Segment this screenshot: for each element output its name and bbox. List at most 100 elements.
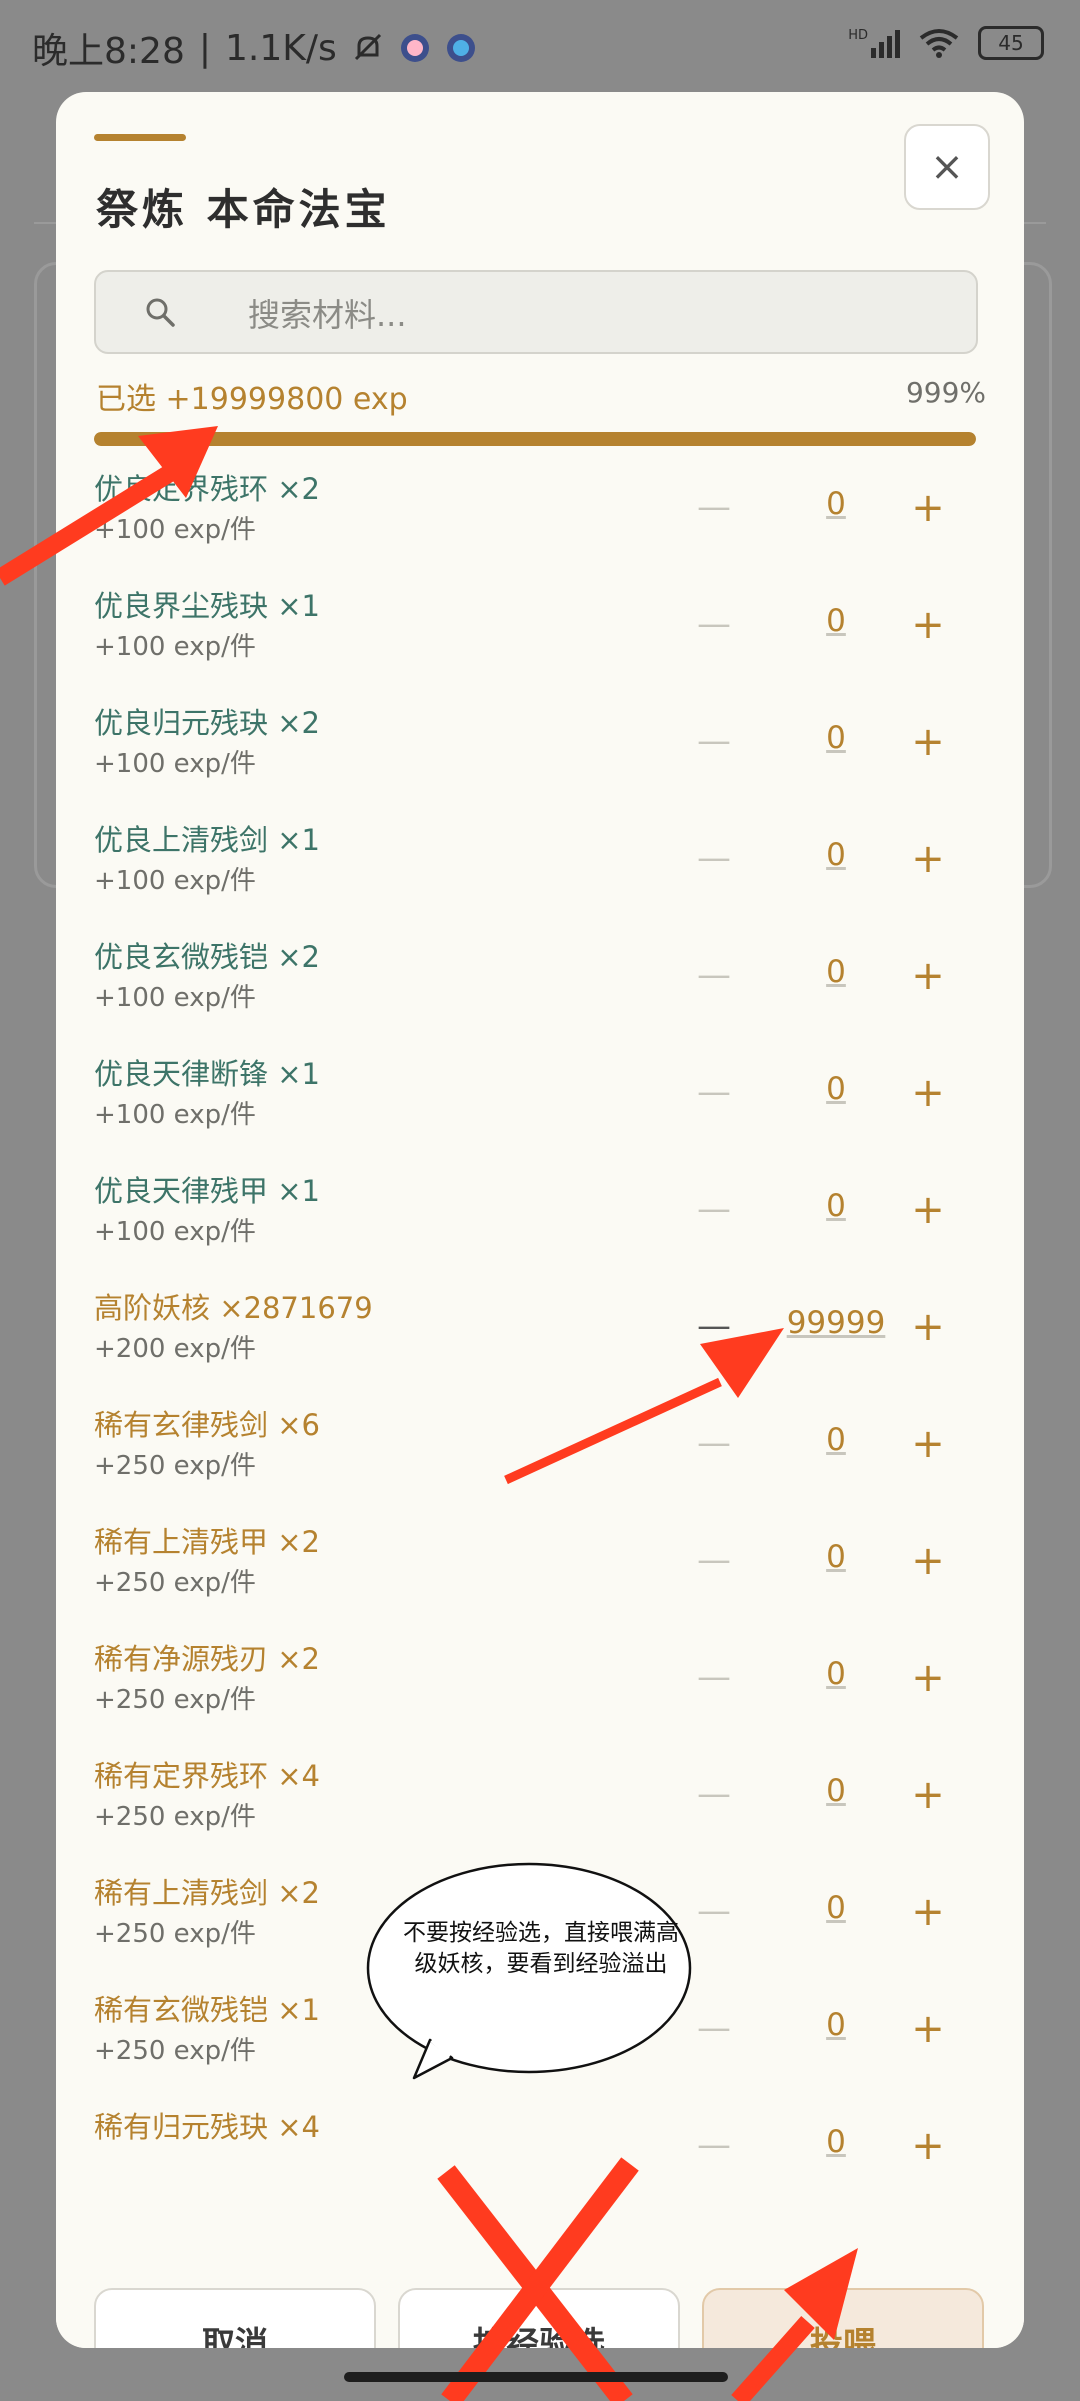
material-exp: +100 exp/件 bbox=[94, 749, 256, 779]
material-name: 高阶妖核 ×2871679 bbox=[94, 1291, 373, 1325]
decrease-button[interactable]: — bbox=[696, 955, 732, 995]
quantity-input[interactable]: 0 bbox=[758, 603, 914, 639]
quantity-input[interactable]: 0 bbox=[758, 954, 914, 990]
quantity-input[interactable]: 0 bbox=[758, 1071, 914, 1107]
material-name: 优良上清残剑 ×1 bbox=[94, 823, 320, 857]
increase-button[interactable]: + bbox=[906, 602, 950, 648]
increase-button[interactable]: + bbox=[906, 836, 950, 882]
material-exp: +250 exp/件 bbox=[94, 1685, 256, 1715]
decrease-button[interactable]: — bbox=[696, 1306, 732, 1346]
material-name: 优良天律残甲 ×1 bbox=[94, 1174, 320, 1208]
increase-button[interactable]: + bbox=[906, 1538, 950, 1584]
material-exp: +100 exp/件 bbox=[94, 1100, 256, 1130]
quantity-input[interactable]: 0 bbox=[758, 1890, 914, 1926]
refine-dialog: 祭炼 本命法宝 × 搜索材料... 已选 +19999800 exp 999% … bbox=[56, 92, 1024, 2348]
status-time: 晚上8:28 bbox=[32, 31, 185, 72]
quantity-input[interactable]: 0 bbox=[758, 720, 914, 756]
material-row: 优良天律残甲 ×1 +100 exp/件 — 0 + bbox=[56, 1158, 1024, 1275]
bell-off-icon bbox=[354, 33, 381, 61]
decrease-button[interactable]: — bbox=[696, 838, 732, 878]
decrease-button[interactable]: — bbox=[696, 1657, 732, 1697]
quantity-input[interactable]: 0 bbox=[758, 1539, 914, 1575]
hd-label: HD bbox=[848, 28, 868, 43]
select-by-exp-button[interactable]: 按经验选 bbox=[398, 2288, 680, 2348]
search-input[interactable]: 搜索材料... bbox=[94, 270, 978, 354]
material-name: 稀有上清残甲 ×2 bbox=[94, 1525, 320, 1559]
selected-exp-label: 已选 +19999800 exp bbox=[96, 382, 408, 417]
app-badge-icon bbox=[400, 34, 429, 62]
material-name: 稀有玄律残剑 ×6 bbox=[94, 1408, 320, 1442]
material-exp: +250 exp/件 bbox=[94, 1451, 256, 1481]
quantity-input[interactable]: 0 bbox=[758, 486, 914, 522]
increase-button[interactable]: + bbox=[906, 2006, 950, 2052]
material-row: 优良玄微残铠 ×2 +100 exp/件 — 0 + bbox=[56, 924, 1024, 1041]
decrease-button[interactable]: — bbox=[696, 2008, 732, 2048]
material-exp: +100 exp/件 bbox=[94, 866, 256, 896]
increase-button[interactable]: + bbox=[906, 953, 950, 999]
material-row: 高阶妖核 ×2871679 +200 exp/件 — 99999 + bbox=[56, 1275, 1024, 1392]
quantity-input[interactable]: 0 bbox=[758, 1188, 914, 1224]
material-exp: +250 exp/件 bbox=[94, 1802, 256, 1832]
material-exp: +100 exp/件 bbox=[94, 515, 256, 545]
decrease-button[interactable]: — bbox=[696, 1423, 732, 1463]
decrease-button[interactable]: — bbox=[696, 1891, 732, 1931]
material-row: 稀有上清残甲 ×2 +250 exp/件 — 0 + bbox=[56, 1509, 1024, 1626]
app-badge-icon bbox=[446, 34, 475, 62]
increase-button[interactable]: + bbox=[906, 1304, 950, 1350]
material-row: 优良定界残环 ×2 +100 exp/件 — 0 + bbox=[56, 456, 1024, 573]
quantity-input[interactable]: 0 bbox=[758, 2124, 914, 2160]
feed-label: 投喂 bbox=[810, 2324, 876, 2348]
cancel-button[interactable]: 取消 bbox=[94, 2288, 376, 2348]
quantity-input[interactable]: 0 bbox=[758, 2007, 914, 2043]
quantity-input[interactable]: 0 bbox=[758, 837, 914, 873]
increase-button[interactable]: + bbox=[906, 1070, 950, 1116]
decrease-button[interactable]: — bbox=[696, 1189, 732, 1229]
decrease-button[interactable]: — bbox=[696, 1072, 732, 1112]
exp-progress-fill bbox=[94, 432, 976, 446]
decrease-button[interactable]: — bbox=[696, 2125, 732, 2165]
quantity-input[interactable]: 0 bbox=[758, 1422, 914, 1458]
material-row: 稀有玄律残剑 ×6 +250 exp/件 — 0 + bbox=[56, 1392, 1024, 1509]
annotation-bubble-text: 不要按经验选，直接喂满高级妖核，要看到经验溢出 bbox=[403, 1920, 679, 1977]
material-row: 稀有玄微残铠 ×1 +250 exp/件 — 0 + bbox=[56, 1977, 1024, 2094]
material-name: 优良界尘残玦 ×1 bbox=[94, 589, 320, 623]
status-speed: 1.1K/s bbox=[224, 27, 337, 69]
material-name: 稀有定界残环 ×4 bbox=[94, 1759, 320, 1793]
search-placeholder: 搜索材料... bbox=[248, 296, 407, 334]
material-exp: +250 exp/件 bbox=[94, 1568, 256, 1598]
material-name: 优良归元残玦 ×2 bbox=[94, 706, 320, 740]
dialog-title: 祭炼 本命法宝 bbox=[96, 185, 391, 234]
material-exp: +200 exp/件 bbox=[94, 1334, 256, 1364]
progress-percent: 999% bbox=[905, 376, 986, 409]
select-by-exp-label: 按经验选 bbox=[473, 2324, 605, 2348]
material-row: 优良界尘残玦 ×1 +100 exp/件 — 0 + bbox=[56, 573, 1024, 690]
cancel-label: 取消 bbox=[202, 2324, 268, 2348]
increase-button[interactable]: + bbox=[906, 485, 950, 531]
close-button[interactable]: × bbox=[904, 124, 990, 210]
decrease-button[interactable]: — bbox=[696, 1540, 732, 1580]
increase-button[interactable]: + bbox=[906, 719, 950, 765]
quantity-input[interactable]: 0 bbox=[758, 1656, 914, 1692]
decrease-button[interactable]: — bbox=[696, 1774, 732, 1814]
status-bar: 晚上8:28 | 1.1K/s HD 45 bbox=[0, 0, 1080, 92]
increase-button[interactable]: + bbox=[906, 1772, 950, 1818]
material-exp: +100 exp/件 bbox=[94, 1217, 256, 1247]
feed-button[interactable]: 投喂 bbox=[702, 2288, 984, 2348]
increase-button[interactable]: + bbox=[906, 1655, 950, 1701]
material-row: 优良上清残剑 ×1 +100 exp/件 — 0 + bbox=[56, 807, 1024, 924]
accent-bar bbox=[94, 134, 186, 141]
decrease-button[interactable]: — bbox=[696, 604, 732, 644]
quantity-input[interactable]: 0 bbox=[758, 1773, 914, 1809]
increase-button[interactable]: + bbox=[906, 1889, 950, 1935]
material-name: 稀有玄微残铠 ×1 bbox=[94, 1993, 320, 2027]
home-indicator[interactable] bbox=[344, 2372, 728, 2382]
increase-button[interactable]: + bbox=[906, 1187, 950, 1233]
increase-button[interactable]: + bbox=[906, 1421, 950, 1467]
quantity-input[interactable]: 99999 bbox=[758, 1305, 914, 1341]
material-row: 优良归元残玦 ×2 +100 exp/件 — 0 + bbox=[56, 690, 1024, 807]
increase-button[interactable]: + bbox=[906, 2123, 950, 2169]
search-icon bbox=[146, 298, 175, 327]
decrease-button[interactable]: — bbox=[696, 721, 732, 761]
material-row: 稀有净源残刃 ×2 +250 exp/件 — 0 + bbox=[56, 1626, 1024, 1743]
decrease-button[interactable]: — bbox=[696, 487, 732, 527]
